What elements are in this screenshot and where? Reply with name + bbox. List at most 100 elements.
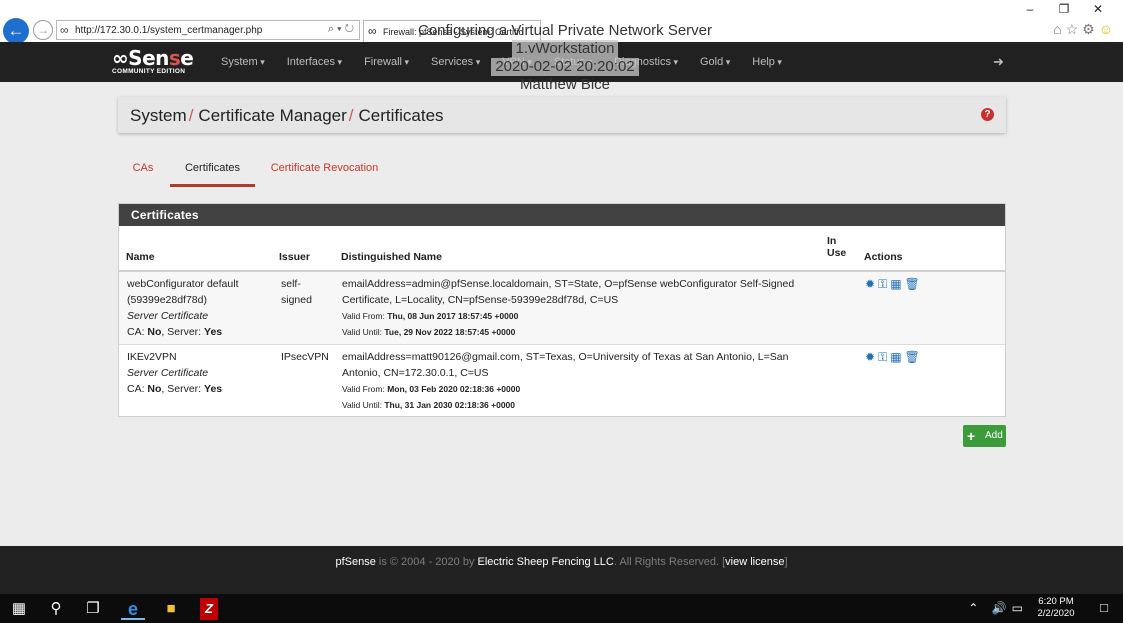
dn-line2: Antonio, CN=172.30.0.1, C=US	[342, 367, 489, 379]
pfsense-logo[interactable]: ∞Sense COMMUNITY EDITION	[112, 46, 194, 76]
clock-time: 6:20 PM	[1038, 596, 1074, 607]
clock-date: 2/2/2020	[1037, 608, 1075, 619]
breadcrumb-system[interactable]: System	[130, 106, 187, 125]
edit-gear-icon[interactable]: ✹	[865, 350, 878, 364]
column-header-in-use: In Use	[827, 235, 846, 259]
export-archive-icon[interactable]: ▦	[890, 350, 904, 364]
tab-certificates[interactable]: Certificates	[170, 156, 255, 187]
footer-product: pfSense	[335, 556, 376, 568]
restore-icon[interactable]: ❐	[1047, 2, 1081, 16]
watermark-user: Matthew Bice	[519, 76, 611, 93]
valid-until-value: Tue, 29 Nov 2022 18:57:45 +0000	[384, 327, 516, 337]
url-text[interactable]: http://172.30.0.1/system_certmanager.php	[75, 25, 262, 36]
notification-icon[interactable]: □	[1100, 600, 1108, 615]
watermark-title: Configuring a Virtual Private Network Se…	[417, 22, 713, 39]
valid-until-value: Thu, 31 Jan 2030 02:18:36 +0000	[384, 400, 516, 410]
cert-issuer: IPsecVPN	[281, 349, 329, 365]
add-button-label: Add	[985, 430, 1003, 441]
cert-type: Server Certificate	[127, 310, 209, 322]
filezilla-icon[interactable]: Z	[200, 598, 218, 620]
certificates-panel: Certificates Name Issuer Distinguished N…	[118, 203, 1006, 417]
column-header-distinguished-name: Distinguished Name	[341, 251, 442, 263]
panel-heading: Certificates	[119, 204, 1005, 226]
export-key-icon[interactable]: ⚿	[878, 277, 890, 291]
tray-icons[interactable]: ⌃ 🔊▭	[968, 601, 1028, 615]
export-key-icon[interactable]: ⚿	[878, 350, 890, 364]
column-header-actions: Actions	[864, 251, 903, 263]
ca-value: No	[147, 383, 162, 395]
browser-toolbar-icons: ⌂☆⚙☺	[1053, 21, 1117, 38]
ca-label: CA:	[127, 383, 148, 395]
delete-trash-icon[interactable]: 🗑	[905, 350, 923, 364]
breadcrumb-certificate-manager[interactable]: Certificate Manager	[198, 106, 346, 125]
windows-start-icon[interactable]: ▦	[10, 598, 28, 620]
logo-text-end: e	[180, 46, 194, 70]
search-refresh-icon[interactable]: ⌕ ▾ ↻	[328, 23, 354, 36]
nav-help[interactable]: Help	[741, 42, 793, 82]
add-button[interactable]: + Add	[963, 425, 1006, 447]
logout-icon[interactable]: ➜	[993, 54, 1004, 70]
row-actions: ✹⚿▦🗑	[865, 350, 923, 365]
dn-line1: emailAddress=matt90126@gmail.com, ST=Tex…	[342, 351, 789, 363]
column-header-in-use-line2: Use	[827, 247, 847, 259]
search-icon[interactable]: ⚲	[46, 598, 66, 620]
internet-explorer-icon[interactable]: e	[121, 598, 145, 620]
valid-until-label: Valid Until:	[342, 400, 385, 410]
nav-interfaces[interactable]: Interfaces	[276, 42, 353, 82]
pfsense-favicon-icon: ∞	[60, 23, 69, 37]
task-view-icon[interactable]: ❐	[83, 598, 103, 620]
tab-cas[interactable]: CAs	[124, 156, 162, 187]
column-header-name: Name	[126, 251, 155, 263]
footer-license-link[interactable]: view license	[725, 556, 784, 568]
valid-from-value: Mon, 03 Feb 2020 02:18:36 +0000	[387, 384, 521, 394]
plus-icon: +	[967, 428, 976, 444]
cert-name-cell: IKEv2VPN Server Certificate CA: No, Serv…	[127, 349, 277, 397]
address-bar[interactable]: ∞ http://172.30.0.1/system_certmanager.p…	[56, 20, 360, 40]
column-header-issuer: Issuer	[279, 251, 310, 263]
close-icon[interactable]: ✕	[1081, 2, 1115, 16]
logo-subtitle: COMMUNITY EDITION	[112, 68, 186, 75]
footer-rights: . All Rights Reserved. [	[613, 556, 726, 568]
column-header-in-use-line1: In	[827, 235, 837, 247]
table-row: IKEv2VPN Server Certificate CA: No, Serv…	[119, 345, 1005, 416]
edit-gear-icon[interactable]: ✹	[865, 277, 878, 291]
watermark-timestamp: 2020-02-02 20:20:02	[491, 58, 639, 76]
issuer-line1: self-	[281, 278, 301, 290]
cert-flags: CA: No, Server: Yes	[127, 381, 277, 397]
minimize-icon[interactable]: –	[1013, 2, 1047, 16]
valid-from-label: Valid From:	[342, 384, 388, 394]
footer-company-link[interactable]: Electric Sheep Fencing LLC	[478, 556, 614, 568]
issuer-line2: signed	[281, 294, 312, 306]
dn-line1: emailAddress=admin@pfSense.localdomain, …	[342, 278, 795, 290]
clock[interactable]: 6:20 PM 2/2/2020	[1033, 596, 1079, 620]
ca-value: No	[147, 326, 162, 338]
table-row: webConfigurator default (59399e28df78d) …	[119, 272, 1005, 344]
feedback-smiley-icon[interactable]: ☺	[1099, 21, 1117, 37]
server-value: Yes	[204, 383, 223, 395]
row-actions: ✹⚿▦🗑	[865, 277, 923, 292]
cert-id: (59399e28df78d)	[127, 294, 207, 306]
cert-issuer: self- signed	[281, 276, 312, 308]
cert-name: IKEv2VPN	[127, 351, 177, 363]
forward-arrow-icon[interactable]: →	[33, 20, 53, 40]
recording-watermark: Configuring a Virtual Private Network Se…	[400, 22, 730, 94]
page-footer: pfSense is © 2004 - 2020 by Electric She…	[0, 546, 1123, 594]
logo-text: ∞Sen	[112, 46, 169, 70]
ca-label: CA:	[127, 326, 148, 338]
home-favorites-settings-icon[interactable]: ⌂☆⚙	[1053, 21, 1099, 37]
valid-from-label: Valid From:	[342, 311, 388, 321]
cert-distinguished-name: emailAddress=matt90126@gmail.com, ST=Tex…	[342, 349, 822, 413]
delete-trash-icon[interactable]: 🗑	[905, 277, 923, 291]
back-arrow-icon[interactable]: ←	[3, 18, 29, 44]
export-archive-icon[interactable]: ▦	[890, 277, 904, 291]
valid-until-label: Valid Until:	[342, 327, 385, 337]
cert-distinguished-name: emailAddress=admin@pfSense.localdomain, …	[342, 276, 822, 340]
valid-from-value: Thu, 08 Jun 2017 18:57:45 +0000	[387, 311, 519, 321]
nav-system[interactable]: System	[210, 42, 276, 82]
cert-name: webConfigurator default	[127, 278, 239, 290]
help-icon[interactable]: ?	[981, 108, 994, 121]
file-explorer-icon[interactable]: ■	[160, 598, 182, 620]
server-label: , Server:	[161, 383, 205, 395]
cert-type: Server Certificate	[127, 367, 209, 379]
tab-certificate-revocation[interactable]: Certificate Revocation	[266, 156, 383, 187]
